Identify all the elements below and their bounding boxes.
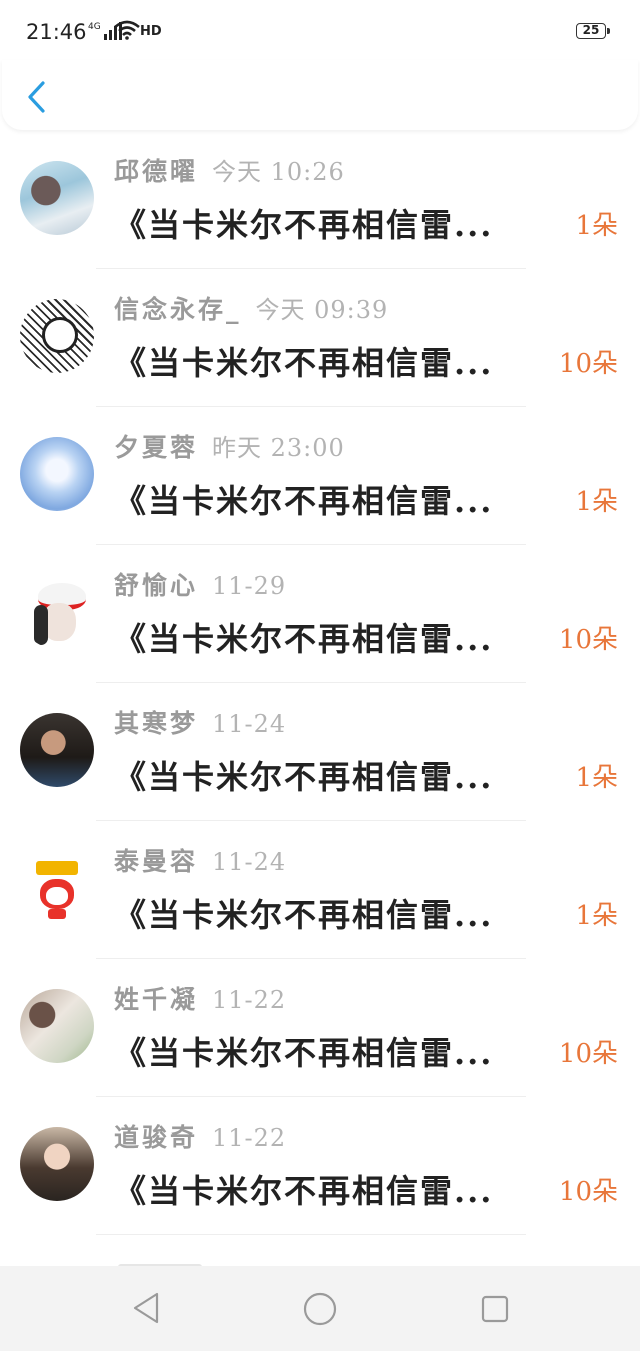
message-title: 《当卡米尔不再相信雷... bbox=[114, 482, 494, 520]
hd-icon: HD bbox=[140, 24, 162, 39]
battery-icon: 25 bbox=[576, 23, 610, 39]
avatar[interactable] bbox=[20, 299, 94, 373]
message-time: 11-24 bbox=[212, 710, 287, 738]
message-title: 《当卡米尔不再相信雷... bbox=[114, 344, 494, 382]
message-time: 11-24 bbox=[212, 848, 287, 876]
nav-back-icon[interactable] bbox=[130, 1291, 162, 1325]
sender-name: 道骏奇 bbox=[114, 1123, 199, 1152]
avatar[interactable] bbox=[20, 713, 94, 787]
message-title: 《当卡米尔不再相信雷... bbox=[114, 758, 494, 796]
list-item[interactable]: 其寒梦 11-24 《当卡米尔不再相信雷... 1朵 bbox=[0, 684, 640, 822]
status-time: 21:46 bbox=[26, 20, 87, 44]
list-item[interactable]: 夕夏蓉 昨天 23:00 《当卡米尔不再相信雷... 1朵 bbox=[0, 408, 640, 546]
avatar[interactable] bbox=[20, 989, 94, 1063]
flower-count: 1朵 bbox=[575, 487, 618, 517]
sender-name: 邱德曜 bbox=[114, 157, 199, 186]
message-time: 11-22 bbox=[212, 1124, 287, 1152]
header-bar bbox=[2, 60, 638, 130]
message-time: 今天 09:39 bbox=[255, 296, 389, 324]
sender-name: 夕夏蓉 bbox=[114, 433, 199, 462]
divider bbox=[96, 544, 526, 545]
sender-name: 舒愉心 bbox=[114, 571, 199, 600]
nav-recents-icon[interactable] bbox=[480, 1294, 510, 1324]
message-time: 今天 10:26 bbox=[212, 158, 345, 186]
message-title: 《当卡米尔不再相信雷... bbox=[114, 896, 494, 934]
list-item[interactable]: 姓千凝 11-22 《当卡米尔不再相信雷... 10朵 bbox=[0, 960, 640, 1098]
flower-count: 1朵 bbox=[575, 901, 618, 931]
avatar[interactable] bbox=[20, 851, 94, 925]
sender-name: 其寒梦 bbox=[114, 709, 199, 738]
status-bar: 21:46 4G HD 25 bbox=[0, 0, 640, 62]
divider bbox=[96, 958, 526, 959]
network-type: 4G bbox=[88, 22, 101, 32]
flower-count: 10朵 bbox=[558, 1039, 618, 1069]
divider bbox=[96, 1234, 526, 1235]
list-item-partial[interactable] bbox=[0, 1236, 640, 1266]
divider bbox=[96, 1096, 526, 1097]
back-arrow-icon[interactable] bbox=[24, 80, 50, 114]
avatar[interactable] bbox=[20, 1127, 94, 1201]
divider bbox=[96, 682, 526, 683]
message-time: 昨天 23:00 bbox=[212, 434, 345, 462]
system-nav-bar bbox=[0, 1266, 640, 1351]
avatar[interactable] bbox=[20, 161, 94, 235]
message-title: 《当卡米尔不再相信雷... bbox=[114, 206, 494, 244]
flower-count: 1朵 bbox=[575, 211, 618, 241]
nav-home-icon[interactable] bbox=[302, 1291, 338, 1327]
message-title: 《当卡米尔不再相信雷... bbox=[114, 1034, 494, 1072]
sender-name: 泰曼容 bbox=[114, 847, 199, 876]
message-time: 11-22 bbox=[212, 986, 287, 1014]
list-item[interactable]: 泰曼容 11-24 《当卡米尔不再相信雷... 1朵 bbox=[0, 822, 640, 960]
screen: 21:46 4G HD 25 邱德曜 今天 10:26 《当卡米尔不再相信雷..… bbox=[0, 0, 640, 1266]
flower-count: 10朵 bbox=[558, 349, 618, 379]
flower-count: 1朵 bbox=[575, 763, 618, 793]
avatar[interactable] bbox=[20, 437, 94, 511]
list-item[interactable]: 道骏奇 11-22 《当卡米尔不再相信雷... 10朵 bbox=[0, 1098, 640, 1236]
battery-level: 25 bbox=[582, 23, 600, 37]
list-item[interactable]: 邱德曜 今天 10:26 《当卡米尔不再相信雷... 1朵 bbox=[0, 132, 640, 270]
sender-name: 信念永存_ bbox=[114, 295, 242, 324]
message-title: 《当卡米尔不再相信雷... bbox=[114, 620, 494, 658]
sender-name: 姓千凝 bbox=[114, 985, 199, 1014]
divider bbox=[96, 406, 526, 407]
avatar[interactable] bbox=[20, 575, 94, 649]
divider bbox=[96, 268, 526, 269]
message-title: 《当卡米尔不再相信雷... bbox=[114, 1172, 494, 1210]
list-item[interactable]: 信念永存_ 今天 09:39 《当卡米尔不再相信雷... 10朵 bbox=[0, 270, 640, 408]
flower-count: 10朵 bbox=[558, 625, 618, 655]
wifi-icon bbox=[114, 20, 140, 40]
list-item[interactable]: 舒愉心 11-29 《当卡米尔不再相信雷... 10朵 bbox=[0, 546, 640, 684]
flower-count: 10朵 bbox=[558, 1177, 618, 1207]
message-time: 11-29 bbox=[212, 572, 287, 600]
divider bbox=[96, 820, 526, 821]
